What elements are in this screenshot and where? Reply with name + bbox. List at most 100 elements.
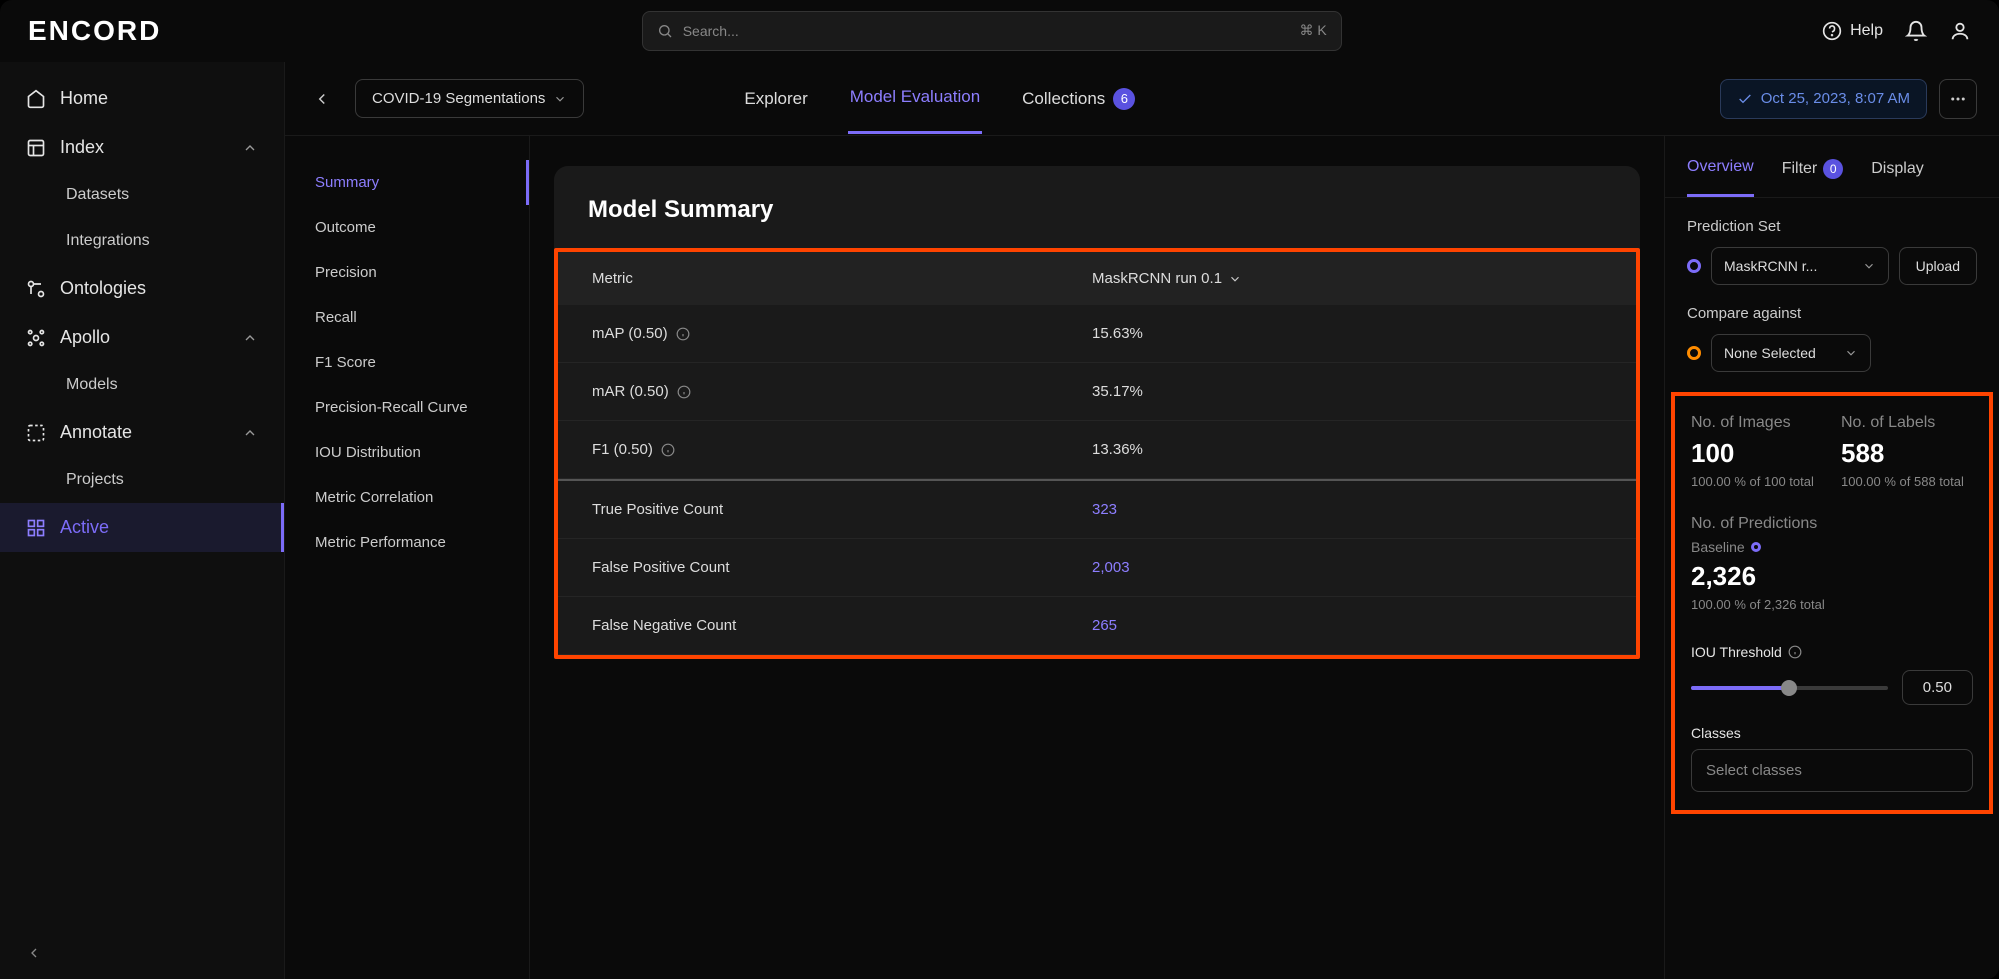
chevron-up-icon — [242, 330, 258, 346]
labels-label: No. of Labels — [1841, 414, 1973, 432]
nav-index-label: Index — [60, 137, 104, 158]
rtab-overview[interactable]: Overview — [1687, 158, 1754, 197]
metric-sublist: Summary Outcome Precision Recall F1 Scor… — [285, 136, 530, 979]
brand-logo: ENCORD — [28, 15, 161, 47]
chevron-up-icon — [242, 425, 258, 441]
metric-cell: mAP (0.50) — [592, 325, 1092, 342]
value-cell: 13.36% — [1092, 441, 1143, 458]
nav-datasets[interactable]: Datasets — [0, 172, 284, 218]
nav-active-label: Active — [60, 517, 109, 538]
table-row: mAP (0.50)15.63% — [558, 305, 1636, 363]
sublist-pr-curve[interactable]: Precision-Recall Curve — [285, 385, 529, 430]
nav-home[interactable]: Home — [0, 74, 284, 123]
chevron-down-icon — [553, 92, 567, 106]
nav-annotate[interactable]: Annotate — [0, 408, 284, 457]
nav-projects[interactable]: Projects — [0, 457, 284, 503]
metric-cell: False Negative Count — [592, 617, 1092, 634]
sublist-iou-dist[interactable]: IOU Distribution — [285, 430, 529, 475]
prediction-set-select[interactable]: MaskRCNN r... — [1711, 247, 1889, 285]
sublist-precision[interactable]: Precision — [285, 250, 529, 295]
tab-collections[interactable]: Collections 6 — [1020, 63, 1137, 134]
baseline-indicator-icon — [1751, 542, 1761, 552]
chevron-up-icon — [242, 140, 258, 156]
table-row: False Positive Count2,003 — [558, 539, 1636, 597]
value-cell[interactable]: 265 — [1092, 617, 1117, 634]
rtab-display[interactable]: Display — [1871, 158, 1923, 197]
classes-select[interactable]: Select classes — [1691, 749, 1973, 792]
search-shortcut: ⌘ K — [1299, 22, 1326, 39]
sidebar-collapse-button[interactable] — [0, 927, 284, 979]
help-button[interactable]: Help — [1822, 21, 1883, 41]
collections-count-badge: 6 — [1113, 88, 1135, 110]
summary-table-highlight: Metric MaskRCNN run 0.1 mAP (0.50)15.63%… — [554, 248, 1640, 659]
table-row: False Negative Count265 — [558, 597, 1636, 655]
iou-threshold-slider[interactable] — [1691, 686, 1888, 690]
notifications-icon[interactable] — [1905, 20, 1927, 42]
metric-cell: mAR (0.50) — [592, 383, 1092, 400]
sublist-f1[interactable]: F1 Score — [285, 340, 529, 385]
tab-explorer[interactable]: Explorer — [742, 63, 809, 134]
images-sub: 100.00 % of 100 total — [1691, 473, 1823, 491]
main-sidebar: Home Index Datasets Integrations Ontolog… — [0, 62, 285, 979]
global-search[interactable]: Search... ⌘ K — [642, 11, 1342, 51]
labels-value: 588 — [1841, 438, 1973, 469]
filter-count-badge: 0 — [1823, 159, 1843, 179]
nav-integrations[interactable]: Integrations — [0, 218, 284, 264]
predictions-label: No. of Predictions — [1691, 515, 1973, 533]
sublist-metric-perf[interactable]: Metric Performance — [285, 520, 529, 565]
card-title: Model Summary — [554, 196, 1640, 248]
chevron-down-icon — [1844, 346, 1858, 360]
user-avatar-icon[interactable] — [1949, 20, 1971, 42]
table-row: mAR (0.50)35.17% — [558, 363, 1636, 421]
back-button[interactable] — [307, 84, 337, 114]
info-icon[interactable] — [1788, 645, 1802, 659]
nav-apollo-label: Apollo — [60, 327, 110, 348]
nav-ontologies[interactable]: Ontologies — [0, 264, 284, 313]
compare-radio[interactable] — [1687, 346, 1701, 360]
table-row: True Positive Count323 — [558, 479, 1636, 539]
predictions-sub: 100.00 % of 2,326 total — [1691, 596, 1973, 614]
table-header: Metric MaskRCNN run 0.1 — [558, 252, 1636, 305]
search-placeholder: Search... — [683, 23, 1300, 39]
project-selector[interactable]: COVID-19 Segmentations — [355, 79, 584, 118]
prediction-set-radio[interactable] — [1687, 259, 1701, 273]
sublist-recall[interactable]: Recall — [285, 295, 529, 340]
sublist-summary[interactable]: Summary — [285, 160, 529, 205]
info-icon[interactable] — [676, 327, 690, 341]
model-summary-card: Model Summary Metric MaskRCNN run 0.1 mA… — [554, 166, 1640, 659]
nav-home-label: Home — [60, 88, 108, 109]
stats-highlight: No. of Images 100 100.00 % of 100 total … — [1671, 392, 1993, 814]
sublist-metric-corr[interactable]: Metric Correlation — [285, 475, 529, 520]
metric-cell: True Positive Count — [592, 501, 1092, 518]
nav-apollo[interactable]: Apollo — [0, 313, 284, 362]
table-row: F1 (0.50)13.36% — [558, 421, 1636, 479]
nav-ontologies-label: Ontologies — [60, 278, 146, 299]
metric-cell: F1 (0.50) — [592, 441, 1092, 458]
iou-threshold-label: IOU Threshold — [1691, 644, 1782, 660]
compare-select[interactable]: None Selected — [1711, 334, 1871, 372]
col-metric: Metric — [592, 270, 1092, 287]
images-label: No. of Images — [1691, 414, 1823, 432]
value-cell: 35.17% — [1092, 383, 1143, 400]
info-icon[interactable] — [677, 385, 691, 399]
nav-models[interactable]: Models — [0, 362, 284, 408]
more-options-button[interactable] — [1939, 79, 1977, 119]
compare-against-label: Compare against — [1687, 305, 1977, 322]
prediction-set-label: Prediction Set — [1687, 218, 1977, 235]
predictions-value: 2,326 — [1691, 561, 1973, 592]
timestamp-selector[interactable]: Oct 25, 2023, 8:07 AM — [1720, 79, 1927, 119]
baseline-label: Baseline — [1691, 539, 1973, 555]
info-icon[interactable] — [661, 443, 675, 457]
value-cell: 15.63% — [1092, 325, 1143, 342]
col-model-select[interactable]: MaskRCNN run 0.1 — [1092, 270, 1242, 287]
nav-index[interactable]: Index — [0, 123, 284, 172]
tab-model-evaluation[interactable]: Model Evaluation — [848, 63, 982, 134]
value-cell[interactable]: 2,003 — [1092, 559, 1130, 576]
sublist-outcome[interactable]: Outcome — [285, 205, 529, 250]
rtab-filter[interactable]: Filter 0 — [1782, 158, 1844, 197]
project-name: COVID-19 Segmentations — [372, 90, 545, 107]
value-cell[interactable]: 323 — [1092, 501, 1117, 518]
nav-active[interactable]: Active — [0, 503, 284, 552]
upload-button[interactable]: Upload — [1899, 247, 1977, 285]
iou-threshold-value[interactable]: 0.50 — [1902, 670, 1973, 705]
